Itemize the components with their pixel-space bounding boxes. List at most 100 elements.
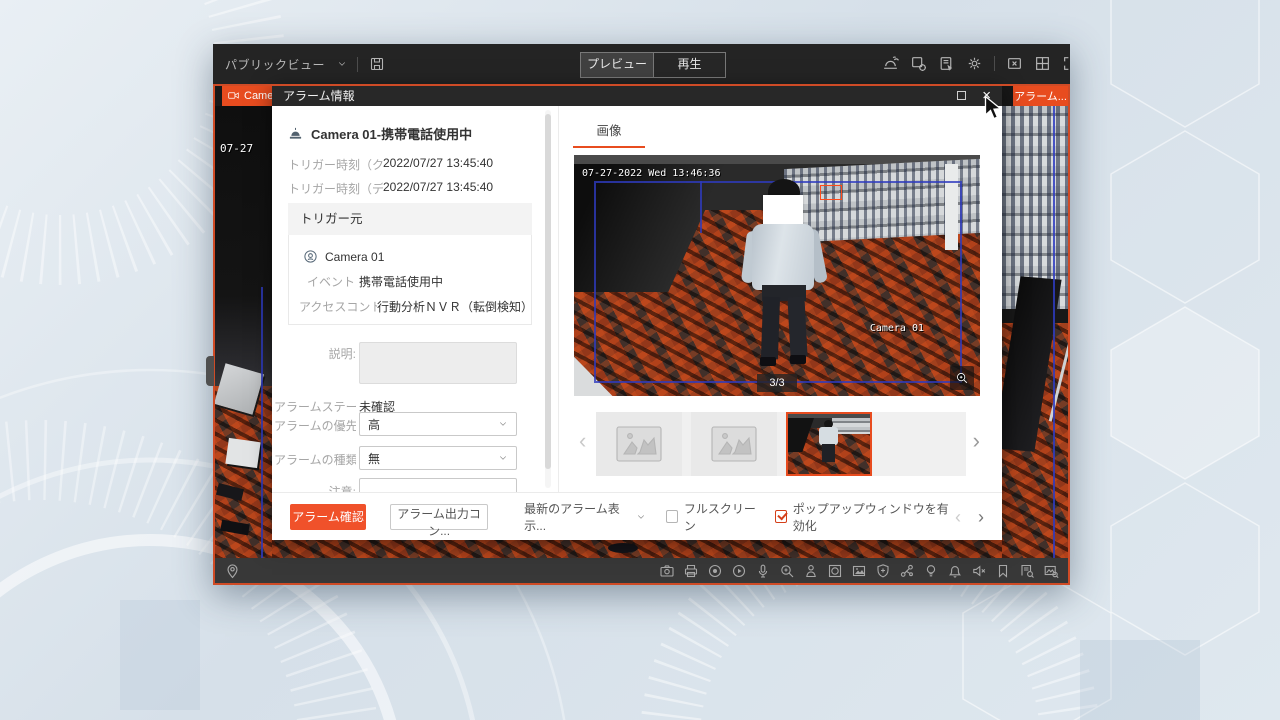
bookmark-icon[interactable]	[994, 562, 1011, 579]
view-selector-dropdown[interactable]: パブリックビュー	[225, 56, 347, 73]
alarm-lamp-icon	[288, 126, 303, 141]
alarm-info-dialog: アラーム情報 × Camera 01-携帯電話使用中 トリガー時刻（クラ... …	[272, 84, 1002, 540]
thumbnail-next-icon[interactable]: ›	[973, 430, 980, 452]
live-video-tile[interactable]	[272, 539, 1002, 558]
camera-icon	[227, 90, 240, 101]
top-bar: パブリックビュー プレビュー 再生	[213, 44, 1070, 84]
trigger-time-client-label: トリガー時刻（クラ...	[288, 156, 383, 173]
fisheye-icon[interactable]	[826, 562, 843, 579]
picture-icon[interactable]	[850, 562, 867, 579]
thumbnail-broken-1[interactable]	[596, 412, 682, 476]
snapshot-osd-timestamp: 07-27-2022 Wed 13:46:36	[582, 168, 720, 179]
thumbnail-broken-2[interactable]	[691, 412, 777, 476]
fullscreen-checkbox[interactable]: フルスクリーン	[666, 500, 759, 534]
alarm-window-tab[interactable]: アラーム...	[1013, 85, 1068, 106]
prev-alarm-icon[interactable]: ‹	[955, 508, 961, 526]
live-video-tile[interactable]	[1002, 106, 1068, 558]
maintenance-icon[interactable]	[910, 55, 927, 72]
locate-icon[interactable]	[224, 562, 241, 579]
access-control-label: アクセスコント...	[299, 298, 377, 315]
alarm-detail-panel: Camera 01-携帯電話使用中 トリガー時刻（クラ... 2022/07/2…	[272, 106, 558, 492]
alarm-priority-value: 高	[368, 416, 380, 433]
alarm-priority-select[interactable]: 高	[359, 412, 517, 436]
chevron-down-icon	[337, 59, 347, 69]
person-locate-icon[interactable]	[802, 562, 819, 579]
trigger-source-camera: Camera 01	[325, 250, 384, 264]
alarm-status-label: アラームステー...	[274, 398, 356, 415]
record-icon[interactable]	[706, 562, 723, 579]
enable-popup-checkbox[interactable]: ポップアップウィンドウを有効化	[775, 500, 955, 534]
shield-add-icon[interactable]	[874, 562, 891, 579]
access-control-value: 行動分析ＮＶＲ（転倒検知）	[377, 298, 533, 315]
instant-playback-icon[interactable]	[730, 562, 747, 579]
scrollbar[interactable]	[545, 110, 551, 488]
alarm-picture-panel: 画像	[558, 106, 1002, 492]
enable-popup-label: ポップアップウィンドウを有効化	[793, 500, 955, 534]
checkbox-checked[interactable]	[775, 510, 787, 523]
close-icon[interactable]: ×	[982, 88, 991, 103]
search-picture-icon[interactable]	[1042, 562, 1059, 579]
privacy-blur	[763, 195, 803, 225]
microphone-icon[interactable]	[754, 562, 771, 579]
digital-zoom-icon[interactable]	[778, 562, 795, 579]
tab-playback[interactable]: 再生	[653, 53, 725, 77]
settings-icon[interactable]	[966, 55, 983, 72]
alarm-output-button[interactable]: アラーム出力コン...	[390, 504, 488, 530]
audio-off-icon[interactable]	[970, 562, 987, 579]
alarm-received-icon[interactable]	[882, 55, 899, 72]
next-alarm-icon[interactable]: ›	[978, 508, 984, 526]
tab-image[interactable]: 画像	[573, 120, 645, 148]
divider	[994, 56, 995, 71]
acknowledge-alarm-button[interactable]: アラーム確認	[290, 504, 366, 530]
close-popup-icon[interactable]	[1006, 55, 1023, 72]
detection-zone-line	[700, 181, 702, 233]
alarm-category-label: アラームの種類...	[274, 451, 356, 468]
save-view-icon[interactable]	[368, 56, 385, 73]
detection-zone-line	[261, 287, 263, 558]
light-icon[interactable]	[922, 562, 939, 579]
fullscreen-icon[interactable]	[1062, 55, 1070, 72]
alarm-snapshot[interactable]: 07-27-2022 Wed 13:46:36 Camera 01 3/3	[574, 155, 980, 396]
video-stage: 07-27 Came アラーム...	[213, 84, 1070, 585]
alarm-category-value: 無	[368, 450, 380, 467]
detected-person	[742, 179, 826, 379]
alarm-category-select[interactable]: 無	[359, 446, 517, 470]
trigger-source-header: トリガー元	[288, 203, 532, 235]
checkbox-unchecked[interactable]	[666, 510, 678, 523]
log-search-icon[interactable]	[938, 55, 955, 72]
alarm-tab-label: アラーム...	[1014, 88, 1067, 104]
maximize-icon[interactable]	[957, 91, 966, 100]
print-icon[interactable]	[682, 562, 699, 579]
zoom-in-icon[interactable]	[950, 366, 974, 390]
alarm-bell-icon[interactable]	[946, 562, 963, 579]
video-object	[225, 438, 260, 468]
camera-window-tab[interactable]: Came	[222, 85, 272, 106]
live-video-tile[interactable]: 07-27	[215, 106, 272, 558]
thumbnail-selected[interactable]	[786, 412, 872, 476]
scrollbar-thumb[interactable]	[545, 114, 551, 469]
capture-icon[interactable]	[658, 562, 675, 579]
latest-alarm-dropdown[interactable]: 最新のアラーム表示...	[524, 500, 646, 534]
snapshot-camera-label: Camera 01	[870, 323, 924, 334]
tab-preview[interactable]: プレビュー	[581, 53, 653, 77]
search-document-icon[interactable]	[1018, 562, 1035, 579]
detection-zone-line	[1053, 106, 1055, 558]
trigger-time-device-value: 2022/07/27 13:45:40	[383, 180, 493, 197]
chevron-down-icon	[498, 453, 508, 463]
panel-expander-handle[interactable]	[206, 356, 214, 386]
divider	[357, 57, 358, 72]
note-label: 注意:	[274, 483, 356, 492]
trigger-source-box: Camera 01 イベント 携帯電話使用中 アクセスコント... 行動分析ＮＶ…	[288, 235, 532, 325]
mode-tabs: プレビュー 再生	[580, 52, 726, 78]
broken-image-icon	[711, 426, 757, 462]
app-window: パブリックビュー プレビュー 再生 07-27	[213, 44, 1070, 585]
dialog-header[interactable]: アラーム情報 ×	[272, 84, 1002, 106]
dialog-title: アラーム情報	[283, 87, 355, 104]
view-selector-label: パブリックビュー	[225, 56, 329, 73]
layout-grid-icon[interactable]	[1034, 55, 1051, 72]
note-input[interactable]	[359, 478, 517, 492]
description-textarea[interactable]	[359, 342, 517, 384]
thumbnail-prev-icon[interactable]: ‹	[579, 430, 586, 452]
smart-linkage-icon[interactable]	[898, 562, 915, 579]
latest-alarm-label: 最新のアラーム表示...	[524, 500, 629, 534]
